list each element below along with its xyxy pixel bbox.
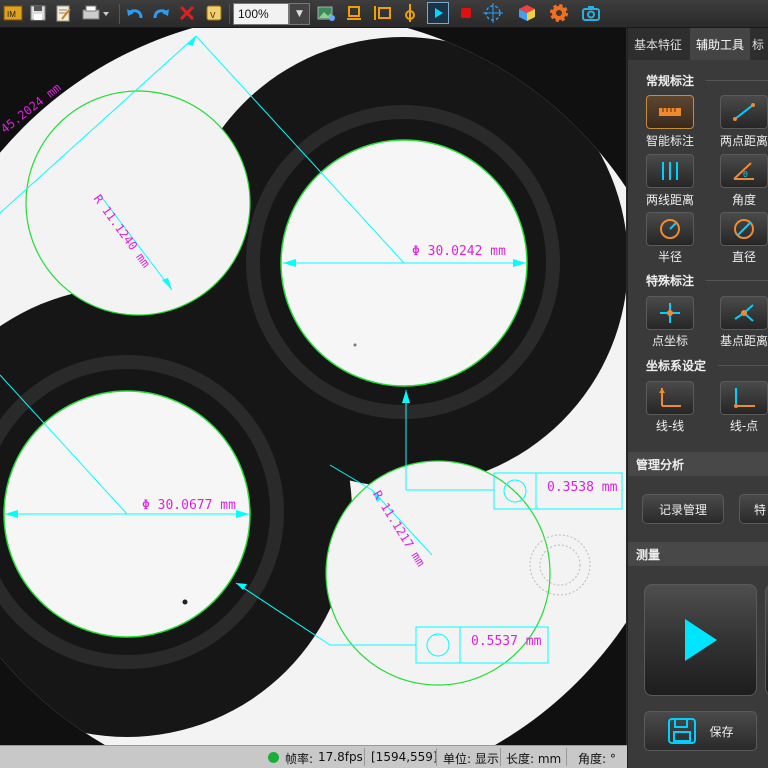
line-line-button[interactable] xyxy=(646,381,694,415)
delete-icon[interactable] xyxy=(176,2,198,24)
app-logo-icon[interactable]: IM xyxy=(2,2,24,24)
feature-button[interactable]: 特 xyxy=(739,494,768,524)
save-label: 保存 xyxy=(709,724,734,739)
two-point-distance-icon xyxy=(733,103,755,121)
base-point-distance-label: 基点距离 xyxy=(719,334,768,348)
line-line-axis-icon xyxy=(659,388,681,407)
two-line-distance-button[interactable] xyxy=(646,154,694,188)
redo-icon[interactable] xyxy=(150,2,172,24)
tool-panel: 基本特征 辅助工具 标 常规标注 智能标注 两点距离 两线距离 θ 角度 半径 … xyxy=(627,28,768,768)
base-point-distance-icon xyxy=(734,304,754,322)
v-icon[interactable]: v xyxy=(203,2,225,24)
radius-label: 半径 xyxy=(657,250,682,264)
point-coordinate-button[interactable] xyxy=(646,296,694,330)
image-settings-icon[interactable] xyxy=(315,2,337,24)
undo-icon[interactable] xyxy=(124,2,146,24)
section-regular-title: 常规标注 xyxy=(646,74,695,88)
angle-button[interactable]: θ xyxy=(720,154,768,188)
tab-annotation[interactable]: 标 xyxy=(752,28,768,60)
point-coordinate-icon xyxy=(660,303,680,323)
save-icon[interactable] xyxy=(27,2,49,24)
diameter-top-label[interactable]: Φ 30.0242 mm xyxy=(412,244,506,259)
print-icon[interactable] xyxy=(79,2,111,24)
tab-basic-features[interactable]: 基本特征 xyxy=(628,28,688,60)
ruler-icon xyxy=(659,108,681,116)
line-point-label: 线-点 xyxy=(729,419,759,433)
two-point-distance-button[interactable] xyxy=(720,95,768,129)
diameter-icon xyxy=(734,219,754,239)
svg-text:θ: θ xyxy=(743,170,748,179)
diameter-bottom-label[interactable]: Φ 30.0677 mm xyxy=(142,498,236,513)
point-coordinate-label: 点坐标 xyxy=(651,334,688,348)
radius-icon xyxy=(660,219,680,239)
zoom-dropdown-button[interactable]: ▼ xyxy=(289,3,310,25)
save-button[interactable]: 保存 xyxy=(644,711,757,751)
unit-label: 单位: 显示 xyxy=(443,752,499,766)
smart-annotate-label: 智能标注 xyxy=(645,134,694,148)
gear-icon[interactable] xyxy=(548,2,570,24)
color-cube-icon[interactable] xyxy=(516,2,538,24)
line-line-label: 线-线 xyxy=(655,419,685,433)
section-special-title: 特殊标注 xyxy=(646,274,695,288)
fps-value: 17.8fps xyxy=(318,750,363,764)
radius-button[interactable] xyxy=(646,212,694,246)
cursor-coordinates: [1594,559] xyxy=(371,750,438,764)
status-bar: 帧率: 17.8fps [1594,559] 单位: 显示 长度: mm 角度:… xyxy=(0,745,627,768)
smart-annotate-button[interactable] xyxy=(646,95,694,129)
measurement-canvas[interactable]: 45.2024 mm R 11.1240 mm Φ 30.0242 mm Φ 3… xyxy=(0,28,626,745)
camera-icon[interactable] xyxy=(580,2,602,24)
section-manage-title: 管理分析 xyxy=(628,452,768,476)
status-indicator-dot xyxy=(268,752,279,763)
svg-text:v: v xyxy=(210,9,216,21)
length-unit-label: 长度: mm xyxy=(506,752,562,766)
circularity-value-1[interactable]: 0.3538 mm xyxy=(547,480,617,495)
angle-label: 角度 xyxy=(731,193,756,207)
record-management-button[interactable]: 记录管理 xyxy=(642,494,724,524)
line-point-axis-icon xyxy=(734,388,755,408)
angle-icon: θ xyxy=(733,162,754,180)
two-line-distance-icon xyxy=(662,162,678,180)
tab-auxiliary-tools[interactable]: 辅助工具 xyxy=(690,28,750,60)
probe-icon[interactable] xyxy=(399,2,421,24)
play-icon xyxy=(684,619,717,661)
crosshair-icon[interactable] xyxy=(482,2,504,24)
angle-unit-label: 角度: ° xyxy=(578,752,616,766)
line-point-button[interactable] xyxy=(720,381,768,415)
chevron-down-icon: ▼ xyxy=(296,9,303,19)
zoom-input[interactable]: 100% xyxy=(233,3,289,25)
vertical-align-icon[interactable] xyxy=(371,2,393,24)
diameter-button[interactable] xyxy=(720,212,768,246)
circularity-value-2[interactable]: 0.5537 mm xyxy=(471,634,541,649)
floppy-save-icon xyxy=(668,718,697,744)
fps-label: 帧率: xyxy=(285,752,314,766)
toolbar: IM v 100% ▼ xyxy=(0,0,768,28)
base-point-distance-button[interactable] xyxy=(720,296,768,330)
svg-text:IM: IM xyxy=(7,10,16,19)
two-line-distance-label: 两线距离 xyxy=(645,193,694,207)
two-point-distance-label: 两点距离 xyxy=(719,134,768,148)
section-measure-title: 测量 xyxy=(628,542,768,566)
run-measure-button[interactable] xyxy=(644,584,757,696)
panel-tabs: 基本特征 辅助工具 标 xyxy=(628,28,768,60)
edit-notes-icon[interactable] xyxy=(52,2,74,24)
stop-icon[interactable] xyxy=(455,2,477,24)
horizontal-align-icon[interactable] xyxy=(343,2,365,24)
play-icon[interactable] xyxy=(427,2,449,24)
diameter-label: 直径 xyxy=(731,250,756,264)
section-coord-title: 坐标系设定 xyxy=(646,359,707,373)
